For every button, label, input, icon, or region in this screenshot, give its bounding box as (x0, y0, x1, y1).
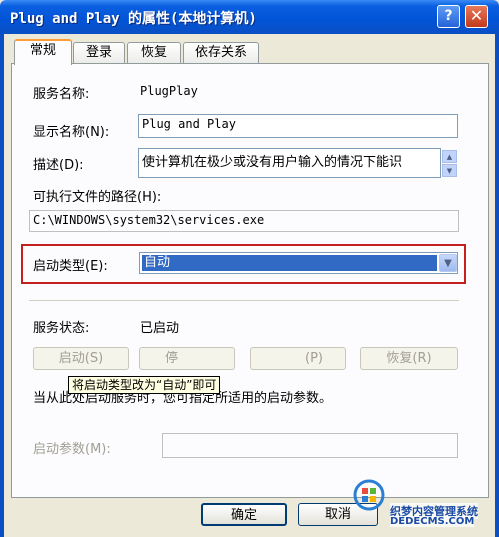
stop-button[interactable]: 停 (139, 347, 235, 370)
start-button[interactable]: 启动(S) (33, 347, 129, 370)
tab-general[interactable]: 常规 (14, 39, 72, 65)
path-value: C:\WINDOWS\system32\services.exe (29, 210, 459, 232)
start-params-label: 启动参数(M): (33, 442, 111, 457)
service-name-label: 服务名称: (33, 87, 90, 102)
tooltip: 将启动类型改为“自动”即可 (68, 376, 221, 394)
description-scroll-up-icon[interactable]: ▲ (442, 150, 457, 163)
service-status-value: 已启动 (140, 321, 180, 336)
service-status-label: 服务状态: (33, 321, 90, 336)
pause-button[interactable]: (P) (250, 347, 346, 370)
description-label: 描述(D): (33, 158, 84, 173)
watermark-logo-icon (353, 479, 385, 511)
watermark-url: DEDECMS.COM (390, 516, 475, 527)
tab-dependencies[interactable]: 依存关系 (183, 42, 259, 63)
window-title: Plug and Play 的属性(本地计算机) (10, 11, 257, 27)
close-button[interactable]: ✕ (465, 5, 488, 28)
chevron-down-icon[interactable]: ▼ (439, 254, 457, 272)
startup-type-selected-value: 自动 (142, 255, 437, 271)
startup-type-label: 启动类型(E): (33, 259, 108, 274)
tab-recovery[interactable]: 恢复 (127, 42, 181, 63)
description-scroll-down-icon[interactable]: ▼ (442, 164, 457, 177)
description-text[interactable]: 使计算机在极少或没有用户输入的情况下能识 (138, 148, 441, 178)
start-params-input[interactable] (162, 433, 458, 458)
window-frame-right (495, 34, 499, 537)
service-name-value: PlugPlay (140, 84, 198, 98)
startup-type-select[interactable]: 自动 ▼ (139, 252, 458, 274)
display-name-input[interactable]: Plug and Play (138, 114, 458, 138)
resume-button[interactable]: 恢复(R) (360, 347, 458, 370)
path-label: 可执行文件的路径(H): (33, 190, 162, 205)
tab-logon[interactable]: 登录 (73, 42, 125, 63)
help-button[interactable]: ? (437, 5, 460, 28)
divider (29, 300, 459, 301)
window-frame-left (0, 34, 4, 537)
ok-button[interactable]: 确定 (201, 503, 287, 526)
display-name-label: 显示名称(N): (33, 125, 110, 140)
